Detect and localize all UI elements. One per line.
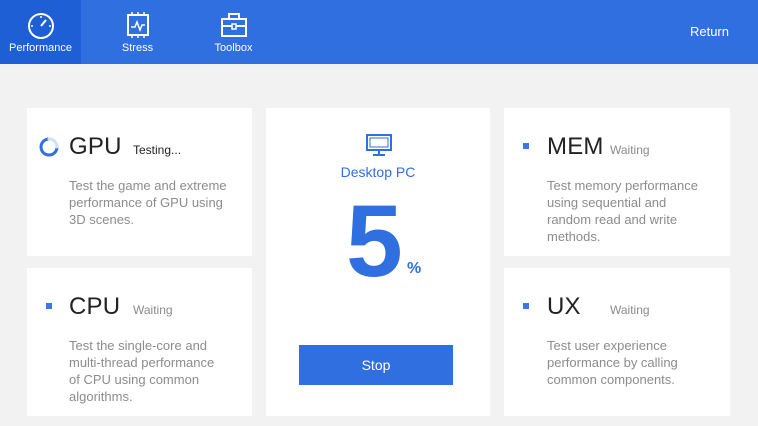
progress-value: 5 [346, 184, 403, 298]
status-bullet-icon [523, 143, 529, 149]
ux-description-line: Test user experience [547, 338, 667, 353]
cpu-description-line: of CPU using common [69, 372, 200, 387]
ux-test-card: UX Waiting Test user experience performa… [504, 268, 730, 416]
status-bullet-icon [46, 303, 52, 309]
cpu-description: Test the single-core and multi-thread pe… [69, 337, 214, 405]
mem-status: Waiting [610, 143, 650, 157]
gpu-description-line: 3D scenes. [69, 212, 135, 227]
gpu-description-line: Test the game and extreme [69, 178, 227, 193]
mem-test-card: MEM Waiting Test memory performance usin… [504, 108, 730, 256]
cpu-description-line: algorithms. [69, 389, 133, 404]
gpu-test-card: GPU Testing... Test the game and extreme… [27, 108, 252, 256]
cpu-test-card: CPU Waiting Test the single-core and mul… [27, 268, 252, 416]
mem-description: Test memory performance using sequential… [547, 177, 698, 245]
gpu-description-line: performance of GPU using [69, 195, 223, 210]
ux-description-line: performance by calling [547, 355, 678, 370]
ux-title: UX [547, 293, 581, 320]
gpu-title: GPU [69, 133, 122, 160]
cpu-chip-icon [123, 10, 153, 40]
gpu-status: Testing... [133, 143, 182, 157]
tab-stress[interactable]: Stress [97, 0, 178, 64]
status-bullet-icon [523, 303, 529, 309]
mem-title: MEM [547, 133, 604, 160]
tab-stress-label: Stress [121, 42, 154, 54]
mem-description-line: Test memory performance [547, 178, 698, 193]
gpu-description: Test the game and extreme performance of… [69, 177, 227, 228]
speedometer-icon [25, 10, 57, 40]
mem-description-line: random read and write [547, 212, 678, 227]
tab-toolbox-label: Toolbox [214, 42, 253, 54]
ux-description-line: common components. [547, 372, 675, 387]
cpu-status: Waiting [133, 303, 173, 317]
cpu-title: CPU [69, 293, 121, 320]
monitor-icon [366, 134, 392, 156]
mem-description-line: methods. [547, 229, 601, 244]
cpu-description-line: multi-thread performance [69, 355, 215, 370]
toolbox-icon [219, 10, 249, 40]
tab-toolbox[interactable]: Toolbox [193, 0, 274, 64]
tab-performance-label: Performance [9, 42, 72, 54]
cpu-description-line: Test the single-core and [69, 338, 208, 353]
device-type-label: Desktop PC [340, 164, 416, 180]
ux-description: Test user experience performance by call… [547, 337, 678, 388]
loading-spinner-icon [39, 137, 59, 157]
top-nav-bar: Performance Stress Toolbox Return [0, 0, 758, 64]
progress-unit: % [407, 260, 422, 277]
ux-status: Waiting [610, 303, 650, 317]
progress-card: Desktop PC 5 % Stop [266, 108, 490, 416]
return-button[interactable]: Return [690, 24, 729, 39]
stop-button[interactable]: Stop [299, 345, 453, 385]
mem-description-line: using sequential and [547, 195, 667, 210]
tab-performance[interactable]: Performance [0, 0, 81, 64]
